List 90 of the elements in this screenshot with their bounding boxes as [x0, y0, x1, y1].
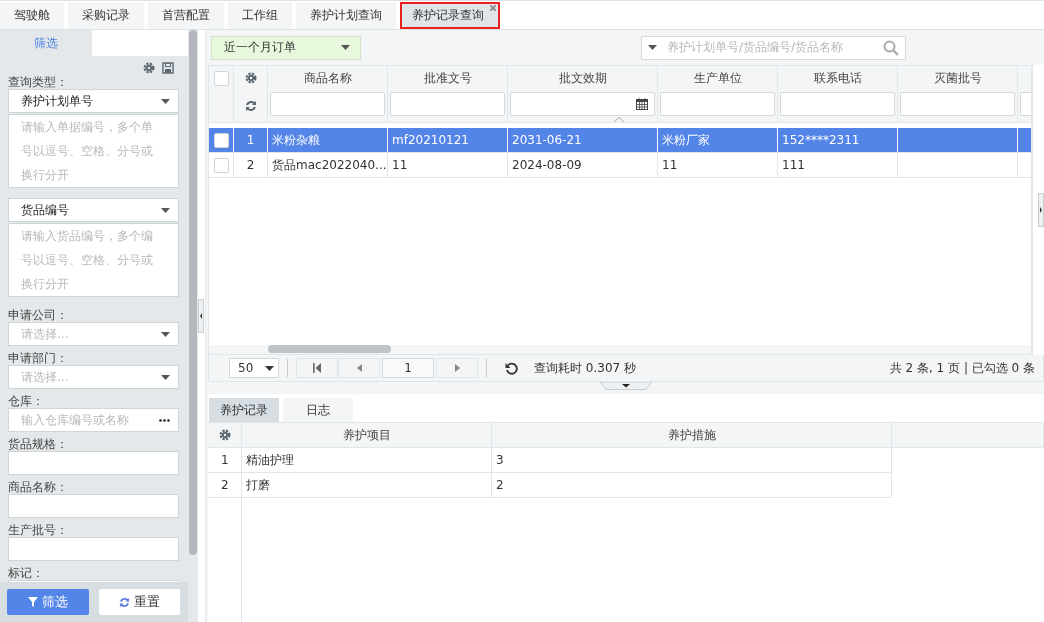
input-field[interactable] [8, 537, 179, 561]
table-cell: 152****2311 [782, 133, 860, 147]
result-summary: 共 2 条, 1 页 | 已勾选 0 条 [889, 359, 1035, 377]
checkbox[interactable] [213, 132, 229, 148]
table-row[interactable]: 1 米粉杂粮 mf20210121 2031-06-21 米粉厂家 152****2311 [209, 128, 1031, 153]
field-label: 仓库： [8, 394, 45, 408]
next-icon [454, 364, 460, 372]
save-icon[interactable] [162, 62, 174, 74]
field-label: 商品名称： [8, 480, 69, 494]
collapse-handle-icon[interactable] [600, 382, 652, 390]
close-icon[interactable] [490, 5, 496, 11]
select-field[interactable]: 养护计划单号 [8, 89, 179, 113]
input-field[interactable] [8, 494, 179, 518]
table-cell: 111 [782, 158, 805, 172]
detail-tab[interactable]: 日志 [283, 398, 353, 422]
sort-icon[interactable] [614, 117, 624, 122]
caret-icon [265, 365, 274, 371]
page-tab[interactable]: 驾驶舱 [0, 2, 64, 29]
previous-page-button[interactable] [338, 358, 380, 378]
caret-icon[interactable] [648, 45, 657, 50]
detail-tab[interactable]: 养护记录 [209, 398, 279, 422]
table-cell: 2 [496, 478, 504, 492]
field-label: 申请部门： [8, 351, 69, 365]
caret-icon [161, 207, 170, 213]
settings-icon[interactable] [244, 72, 257, 84]
page-size-select[interactable]: 50 [229, 358, 279, 378]
scrollbar[interactable] [188, 30, 198, 622]
table-cell: 11 [662, 158, 678, 172]
column-header[interactable]: 养护措施 [492, 423, 892, 448]
calendar-icon[interactable] [636, 98, 648, 110]
refresh-icon [118, 596, 130, 608]
page-tab[interactable]: 首营配置 [148, 2, 224, 29]
table-cell: 米粉厂家 [662, 131, 710, 149]
first-page-icon [313, 363, 321, 373]
caret-icon [161, 374, 170, 380]
funnel-icon [27, 597, 38, 607]
checkbox[interactable] [213, 70, 229, 86]
field-label: 货品规格： [8, 437, 69, 451]
table-cell: 3 [496, 453, 504, 467]
table-cell: 打磨 [246, 476, 270, 494]
column-filter-field[interactable] [390, 92, 505, 116]
search-icon[interactable] [883, 39, 899, 56]
filter-button[interactable]: 筛选 [7, 589, 89, 615]
row-number: 2 [221, 478, 229, 492]
page-tab[interactable]: 采购记录 [68, 2, 144, 29]
next-page-button[interactable] [436, 358, 478, 378]
first-page-button[interactable] [296, 358, 338, 378]
table-cell: 米粉杂粮 [272, 131, 320, 149]
column-filter-field[interactable] [780, 92, 895, 116]
field-label: 标记： [8, 566, 45, 580]
reload-icon[interactable] [505, 361, 518, 375]
row-number: 1 [221, 453, 229, 467]
table-cell: 2024-08-09 [512, 158, 582, 172]
page-tab[interactable]: 养护记录查询 [400, 2, 500, 29]
collapse-handle-icon[interactable] [1038, 193, 1044, 227]
table-cell: mf20210121 [392, 133, 469, 147]
period-dropdown[interactable]: 近一个月订单 [211, 35, 361, 60]
page-tab[interactable]: 养护计划查询 [296, 2, 396, 29]
caret-icon [161, 331, 170, 337]
column-filter-field[interactable] [510, 92, 655, 116]
select-field[interactable]: 货品编号 [8, 198, 179, 222]
table-cell: 2031-06-21 [512, 133, 582, 147]
collapse-handle-icon[interactable] [198, 299, 204, 333]
table-cell: 11 [392, 158, 408, 172]
row-number: 1 [246, 133, 255, 147]
field-label: 查询类型： [8, 75, 69, 89]
caret-icon [341, 45, 350, 50]
column-filter-field[interactable] [270, 92, 385, 116]
table-cell: 货品mac2022040... [272, 156, 387, 174]
table-cell: 精油护理 [246, 451, 294, 469]
input-field[interactable] [8, 451, 179, 475]
refresh-icon[interactable] [244, 100, 257, 112]
page-number-field[interactable]: 1 [382, 358, 434, 378]
caret-icon [161, 98, 170, 104]
more-icon[interactable] [159, 418, 170, 422]
settings-icon[interactable] [143, 62, 155, 74]
reset-button[interactable]: 重置 [98, 589, 180, 615]
scrollbar[interactable] [209, 345, 1031, 354]
column-header[interactable]: 养护项目 [242, 423, 492, 448]
checkbox[interactable] [213, 157, 229, 173]
previous-icon [356, 364, 362, 372]
page-tab[interactable]: 工作组 [228, 2, 292, 29]
settings-icon[interactable] [218, 429, 231, 441]
field-label: 申请公司： [8, 308, 69, 322]
query-time: 查询耗时 0.307 秒 [534, 359, 636, 377]
field-label: 生产批号： [8, 523, 69, 537]
column-filter-field[interactable] [1020, 92, 1031, 116]
column-filter-field[interactable] [660, 92, 775, 116]
column-filter-field[interactable] [900, 92, 1015, 116]
row-number: 2 [246, 158, 255, 172]
